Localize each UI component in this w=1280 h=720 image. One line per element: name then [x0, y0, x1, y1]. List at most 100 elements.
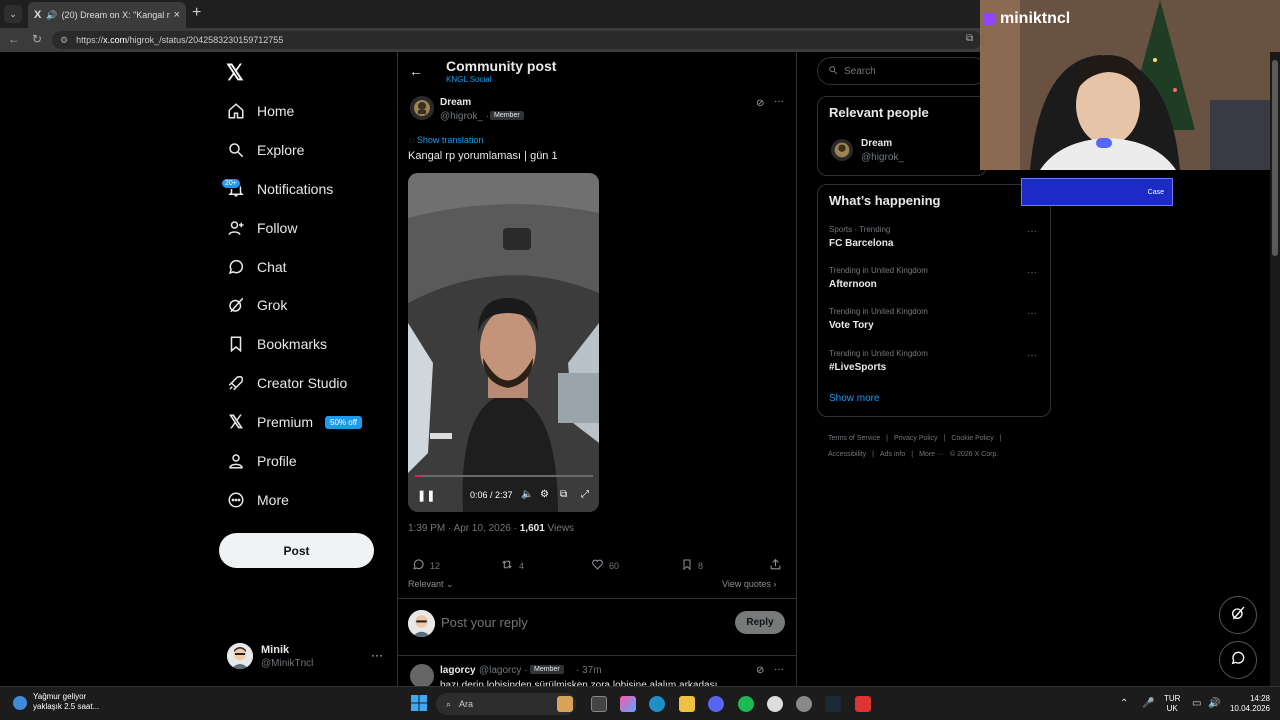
tab-close-icon[interactable]: × — [174, 9, 180, 21]
like-action[interactable]: 60 — [591, 558, 619, 574]
nav-creator-studio-label: Creator Studio — [257, 375, 348, 391]
chevron-up-icon[interactable]: ⌃ — [1120, 698, 1128, 709]
relevant-person-name[interactable]: Dream — [861, 138, 892, 149]
avatar[interactable] — [410, 664, 434, 688]
fullscreen-icon[interactable]: ⤢ — [581, 489, 589, 500]
search-input[interactable]: Search — [817, 57, 987, 85]
windows-start-icon[interactable] — [411, 695, 427, 711]
grok-icon[interactable]: ⊘ — [756, 665, 764, 676]
relevant-person-handle[interactable]: @higrok_ — [861, 152, 904, 163]
footer-link[interactable]: Ads info — [880, 451, 905, 458]
taskbar-search[interactable]: ⌕ Ara — [436, 693, 576, 715]
nav-explore[interactable]: Explore — [226, 135, 304, 165]
nav-chat[interactable]: Chat — [226, 252, 287, 282]
nav-notifications[interactable]: Notifications — [226, 174, 333, 204]
network-icon[interactable]: ▭ — [1192, 698, 1201, 709]
browser-tab-active[interactable]: X 🔊 (20) Dream on X: "Kangal rp y × — [28, 2, 186, 28]
avatar[interactable] — [227, 643, 253, 669]
x-logo-icon[interactable]: 𝕏 — [226, 60, 244, 86]
clock[interactable]: 14:28 10.04.2026 — [1228, 694, 1270, 714]
volume-icon[interactable]: 🔈 — [521, 489, 533, 500]
trend-item[interactable]: Trending in United Kingdom Vote Tory — [829, 307, 928, 331]
spotify-icon[interactable] — [738, 696, 754, 712]
bookmark-action[interactable]: 8 — [681, 558, 703, 574]
trend-more-icon[interactable]: ··· — [1027, 308, 1037, 319]
nav-bookmarks[interactable]: Bookmarks — [226, 329, 327, 359]
show-more-link[interactable]: Show more — [829, 393, 880, 404]
reply-time[interactable]: · 37m — [576, 665, 602, 676]
footer-link[interactable]: Cookie Policy — [951, 435, 993, 442]
back-arrow-icon[interactable]: ← — [409, 63, 423, 79]
back-arrow-icon[interactable]: ← — [8, 32, 20, 46]
reply-author-name[interactable]: lagorcy — [440, 665, 476, 676]
brave-icon[interactable] — [855, 696, 871, 712]
nav-grok[interactable]: Grok — [226, 290, 287, 320]
author-handle[interactable]: @higrok_ · — [440, 111, 489, 122]
footer-link[interactable]: Privacy Policy — [894, 435, 938, 442]
settings-icon[interactable] — [796, 696, 812, 712]
copilot-icon[interactable] — [620, 696, 636, 712]
footer-link[interactable]: Accessibility — [828, 451, 866, 458]
view-quotes-link[interactable]: View quotes › — [722, 579, 776, 589]
nav-follow[interactable]: Follow — [226, 213, 297, 243]
reply-sort-dropdown[interactable]: Relevant ⌄ — [408, 579, 454, 590]
trend-more-icon[interactable]: ··· — [1027, 226, 1037, 237]
nav-creator-studio[interactable]: Creator Studio — [226, 368, 347, 398]
reply-button[interactable]: Reply — [735, 611, 785, 634]
nav-more[interactable]: More — [226, 485, 289, 515]
trend-more-icon[interactable]: ··· — [1027, 267, 1037, 278]
author-name[interactable]: Dream — [440, 97, 471, 108]
file-explorer-icon[interactable] — [679, 696, 695, 712]
footer-link[interactable]: More ··· — [919, 451, 944, 458]
speaker-icon[interactable]: 🔊 — [46, 10, 57, 21]
settings-icon[interactable]: ⚙ — [540, 489, 549, 500]
show-translation-link[interactable]: ◌ Show translation — [409, 135, 483, 145]
scrollbar-thumb[interactable] — [1272, 60, 1278, 256]
repost-action[interactable]: 4 — [500, 558, 524, 574]
footer-separator: | — [911, 451, 914, 458]
nav-home[interactable]: Home — [226, 96, 294, 126]
extensions-icon[interactable]: ⧉ — [966, 33, 973, 44]
reply-author-handle[interactable]: @lagorcy · — [479, 665, 528, 676]
grok-icon[interactable]: ⊘ — [756, 98, 764, 109]
new-tab-button[interactable]: + — [192, 4, 201, 22]
steam-icon[interactable] — [825, 696, 841, 712]
reload-icon[interactable]: ↻ — [32, 32, 42, 46]
avatar[interactable] — [831, 139, 853, 161]
volume-icon[interactable]: 🔊 — [1208, 698, 1220, 709]
avatar[interactable] — [410, 96, 434, 120]
microphone-icon[interactable]: 🎤 — [1142, 698, 1154, 709]
premium-discount-badge: 50% off — [325, 415, 362, 429]
pip-icon[interactable]: ⧉ — [560, 489, 567, 500]
messages-floating-button[interactable] — [1219, 641, 1257, 679]
trend-item[interactable]: Sports · Trending FC Barcelona — [829, 225, 893, 249]
reply-input[interactable]: Post your reply — [441, 615, 528, 630]
community-link[interactable]: KNGL Social — [446, 75, 492, 84]
trend-more-icon[interactable]: ··· — [1027, 350, 1037, 361]
more-icon[interactable]: ··· — [774, 96, 784, 107]
video-player[interactable] — [408, 173, 599, 512]
weather-widget[interactable]: Yağmur geliyor yaklaşık 2.5 saat... — [13, 692, 99, 712]
reply-action[interactable]: 12 — [412, 558, 440, 574]
discord-icon[interactable] — [708, 696, 724, 712]
nav-profile[interactable]: Profile — [226, 446, 297, 476]
pause-icon[interactable]: ❚❚ — [417, 489, 435, 502]
post-button[interactable]: Post — [219, 533, 374, 568]
nav-premium[interactable]: 𝕏 Premium 50% off — [226, 407, 362, 437]
share-action[interactable] — [769, 558, 787, 574]
chrome-icon[interactable] — [767, 696, 783, 712]
grok-floating-button[interactable] — [1219, 596, 1257, 634]
more-icon[interactable]: ··· — [774, 664, 784, 675]
search-highlight-icon[interactable] — [557, 696, 573, 712]
tab-search-button[interactable]: ⌄ — [4, 5, 22, 23]
site-info-icon[interactable]: ⚙ — [60, 35, 68, 46]
trend-item[interactable]: Trending in United Kingdom #LiveSports — [829, 349, 928, 373]
address-bar[interactable]: ⚙ https://x.com/higrok_/status/204258323… — [52, 31, 982, 49]
footer-link[interactable]: Terms of Service — [828, 435, 880, 442]
account-more-icon[interactable]: ··· — [371, 648, 383, 662]
edge-icon[interactable] — [649, 696, 665, 712]
trend-item[interactable]: Trending in United Kingdom Afternoon — [829, 266, 928, 290]
language-indicator[interactable]: TUR UK — [1164, 694, 1180, 714]
task-view-icon[interactable] — [591, 696, 607, 712]
video-progress-track[interactable] — [415, 475, 593, 477]
